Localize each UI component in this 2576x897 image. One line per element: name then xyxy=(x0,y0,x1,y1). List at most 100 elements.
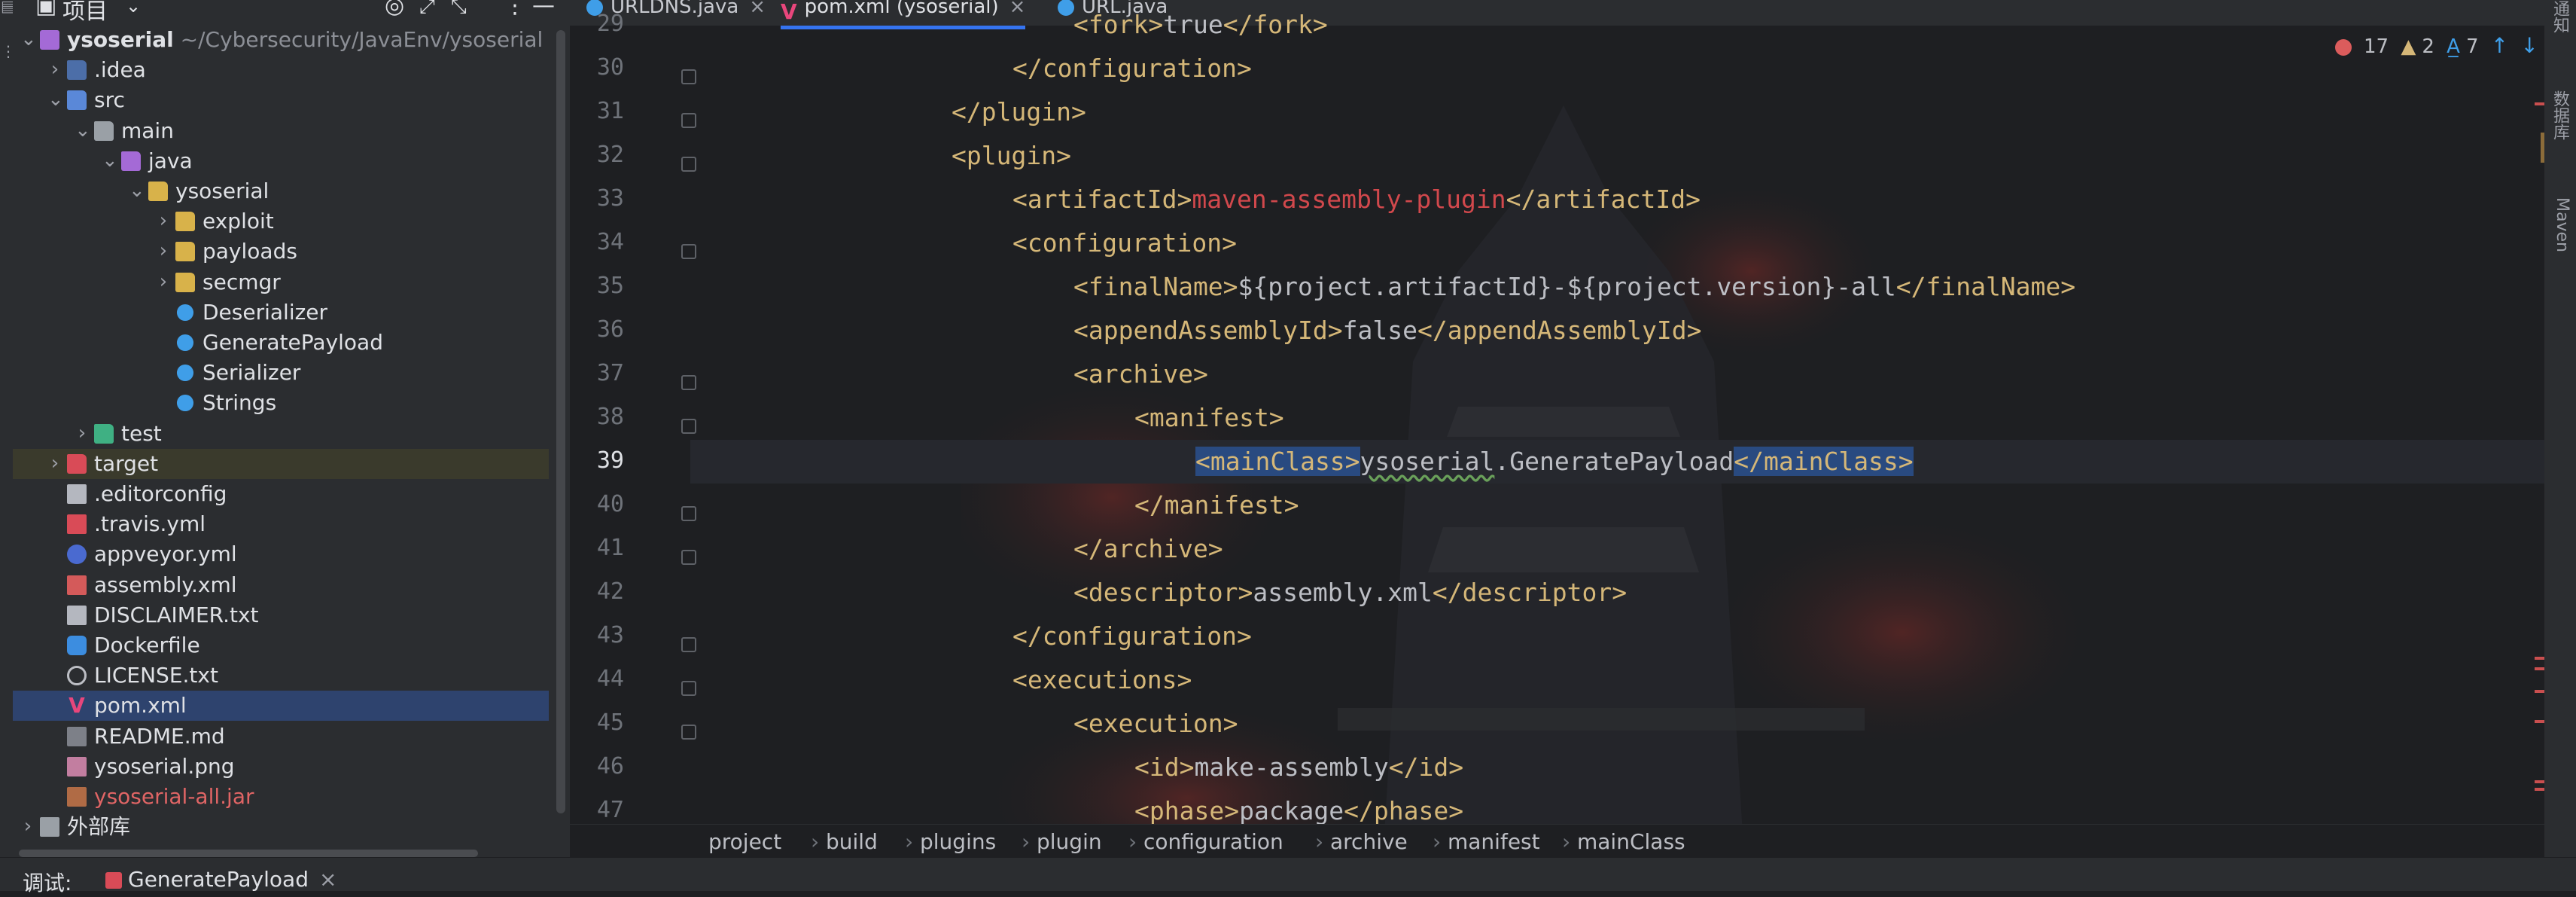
error-count: 17 xyxy=(2364,35,2389,58)
chevron-down-icon[interactable]: ⌄ xyxy=(75,119,91,142)
editor-area: URLDNS.java × Vpom.xml (ysoserial) × URL.jav… xyxy=(570,0,2576,857)
chevron-down-icon[interactable]: ⌄ xyxy=(20,28,37,50)
tree-item[interactable]: Serializer xyxy=(13,358,549,388)
tree-item[interactable]: › payloads xyxy=(13,236,549,267)
chevron-down-icon[interactable]: ⌄ xyxy=(126,0,141,17)
tree-item[interactable]: .travis.yml xyxy=(13,509,549,539)
notifications-tool[interactable]: 通知 xyxy=(2549,0,2571,33)
code-line[interactable]: </configuration> xyxy=(1012,615,1252,658)
chevron-down-icon[interactable]: ⌄ xyxy=(129,179,145,202)
tree-item-label: ysoserial xyxy=(175,178,269,203)
tree-item[interactable]: DISCLAIMER.txt xyxy=(13,600,549,630)
code-line[interactable]: <descriptor>assembly.xml</descriptor> xyxy=(1073,571,1627,615)
tree-item[interactable]: ⌄ ysoserial ~/Cybersecurity/JavaEnv/ysose… xyxy=(13,25,549,55)
breadcrumb-item[interactable]: archive xyxy=(1330,829,1408,854)
code-view[interactable]: <fork>true</fork> </configuration> </plugi… xyxy=(570,10,2576,825)
tree-item[interactable]: assembly.xml xyxy=(13,570,549,600)
chevron-right-icon[interactable]: › xyxy=(156,209,171,232)
more-icon[interactable]: ⋮ xyxy=(504,0,526,19)
project-tool-icon[interactable]: ▤ xyxy=(1,0,15,14)
chevron-right-icon[interactable]: › xyxy=(156,270,171,293)
right-tool-strip: 通知 数据库 Maven xyxy=(2544,0,2576,857)
tree-item[interactable]: ⌄ src xyxy=(13,85,549,115)
tree-item[interactable]: .editorconfig xyxy=(13,479,549,509)
breadcrumb-item[interactable]: project xyxy=(708,829,781,854)
breadcrumb-item[interactable]: manifest xyxy=(1448,829,1540,854)
tree-item[interactable]: › 外部库 xyxy=(13,812,549,842)
close-icon[interactable]: × xyxy=(1009,0,1026,18)
project-panel-title[interactable]: 项目 xyxy=(62,0,108,26)
code-line[interactable]: <configuration> xyxy=(1012,221,1237,265)
close-icon[interactable]: × xyxy=(749,0,766,18)
tree-item[interactable]: Deserializer xyxy=(13,297,549,328)
code-line[interactable]: <plugin> xyxy=(952,134,1071,178)
debug-tab[interactable]: GeneratePayload × xyxy=(105,867,336,892)
breadcrumb-item[interactable]: build xyxy=(826,829,878,854)
code-line[interactable]: </manifest> xyxy=(1134,484,1299,527)
tree-item[interactable]: Vpom.xml xyxy=(13,691,549,722)
tree-item[interactable]: › secmgr xyxy=(13,267,549,297)
code-line[interactable]: </configuration> xyxy=(1012,47,1252,90)
project-vertical-scrollbar[interactable] xyxy=(556,30,565,813)
code-line[interactable]: </plugin> xyxy=(952,90,1086,134)
breadcrumb-separator-icon: › xyxy=(811,829,820,854)
xml-icon xyxy=(67,575,87,595)
minimize-icon[interactable]: — xyxy=(532,0,555,19)
tree-item[interactable]: ysoserial-all.jar xyxy=(13,782,549,812)
tree-item[interactable]: ⌄ ysoserial xyxy=(13,176,549,206)
code-line[interactable]: <archive> xyxy=(1073,352,1208,396)
breadcrumb-item[interactable]: mainClass xyxy=(1577,829,1685,854)
code-line[interactable]: <manifest> xyxy=(1134,396,1284,440)
previous-highlight-arrow-icon[interactable]: ↑ xyxy=(2491,33,2508,58)
tree-item-label: payloads xyxy=(202,239,297,264)
code-line[interactable]: <finalName>${project.artifactId}-${proje… xyxy=(1073,265,2075,309)
database-tool[interactable]: 数据库 xyxy=(2549,90,2571,140)
code-line[interactable]: <execution> xyxy=(1073,702,1238,746)
tree-item[interactable]: › exploit xyxy=(13,206,549,236)
tree-item-label: secmgr xyxy=(202,269,281,294)
code-line[interactable]: <id>make-assembly</id> xyxy=(1134,746,1463,789)
xml-tag: </artifactId> xyxy=(1506,185,1701,214)
xml-tag: </manifest> xyxy=(1134,490,1299,520)
code-line[interactable]: <appendAssemblyId>false</appendAssemblyI… xyxy=(1073,309,1701,352)
tree-item-label: exploit xyxy=(202,209,274,234)
maven-tool[interactable]: Maven xyxy=(2549,197,2571,252)
chevron-right-icon[interactable]: › xyxy=(47,58,62,81)
code-line[interactable]: <mainClass>ysoserial.GeneratePayload</ma… xyxy=(690,440,2576,484)
tree-item[interactable]: Dockerfile xyxy=(13,630,549,661)
target-icon[interactable]: ◎ xyxy=(385,0,404,19)
close-icon[interactable]: × xyxy=(319,867,336,892)
breadcrumb-item[interactable]: plugin xyxy=(1037,829,1102,854)
tree-item[interactable]: ysoserial.png xyxy=(13,752,549,782)
tree-item[interactable]: Strings xyxy=(13,388,549,418)
chevron-down-icon[interactable]: ⌄ xyxy=(47,88,64,111)
breadcrumb-item[interactable]: plugins xyxy=(920,829,996,854)
xml-tag: </appendAssemblyId> xyxy=(1417,316,1702,345)
chevron-right-icon[interactable]: › xyxy=(47,452,62,474)
tree-item[interactable]: GeneratePayload xyxy=(13,328,549,358)
collapse-icon[interactable]: ⤡ xyxy=(451,0,467,19)
breadcrumb-item[interactable]: configuration xyxy=(1143,829,1283,854)
chevron-down-icon[interactable]: ⌄ xyxy=(102,149,118,172)
xml-tag: <phase> xyxy=(1134,796,1240,825)
xml-tag: </id> xyxy=(1388,752,1464,782)
project-horizontal-scrollbar[interactable] xyxy=(19,850,478,857)
code-line[interactable]: <fork>true</fork> xyxy=(1073,3,1328,47)
code-line[interactable]: </archive> xyxy=(1073,527,1223,571)
structure-tool-icon[interactable]: ⋮ xyxy=(1,44,16,59)
tree-item[interactable]: ⌄ main xyxy=(13,116,549,146)
chevron-right-icon[interactable]: › xyxy=(156,240,171,262)
inspection-widget[interactable]: 17 ▲ 2 A̲ 7 ↑ ↓ xyxy=(2335,33,2544,63)
tree-item[interactable]: README.md xyxy=(13,722,549,752)
code-line[interactable]: <executions> xyxy=(1012,658,1192,702)
tree-item[interactable]: › .idea xyxy=(13,55,549,85)
tree-item[interactable]: ⌄ java xyxy=(13,146,549,176)
tree-item[interactable]: LICENSE.txt xyxy=(13,661,549,691)
code-line[interactable]: <artifactId>maven-assembly-plugin</artif… xyxy=(1012,178,1701,221)
expand-icon[interactable]: ⤢ xyxy=(419,0,435,19)
chevron-right-icon[interactable]: › xyxy=(20,815,35,838)
tree-item[interactable]: › target xyxy=(13,448,549,479)
tree-item[interactable]: › test xyxy=(13,419,549,449)
tree-item[interactable]: appveyor.yml xyxy=(13,539,549,569)
chevron-right-icon[interactable]: › xyxy=(75,422,90,444)
